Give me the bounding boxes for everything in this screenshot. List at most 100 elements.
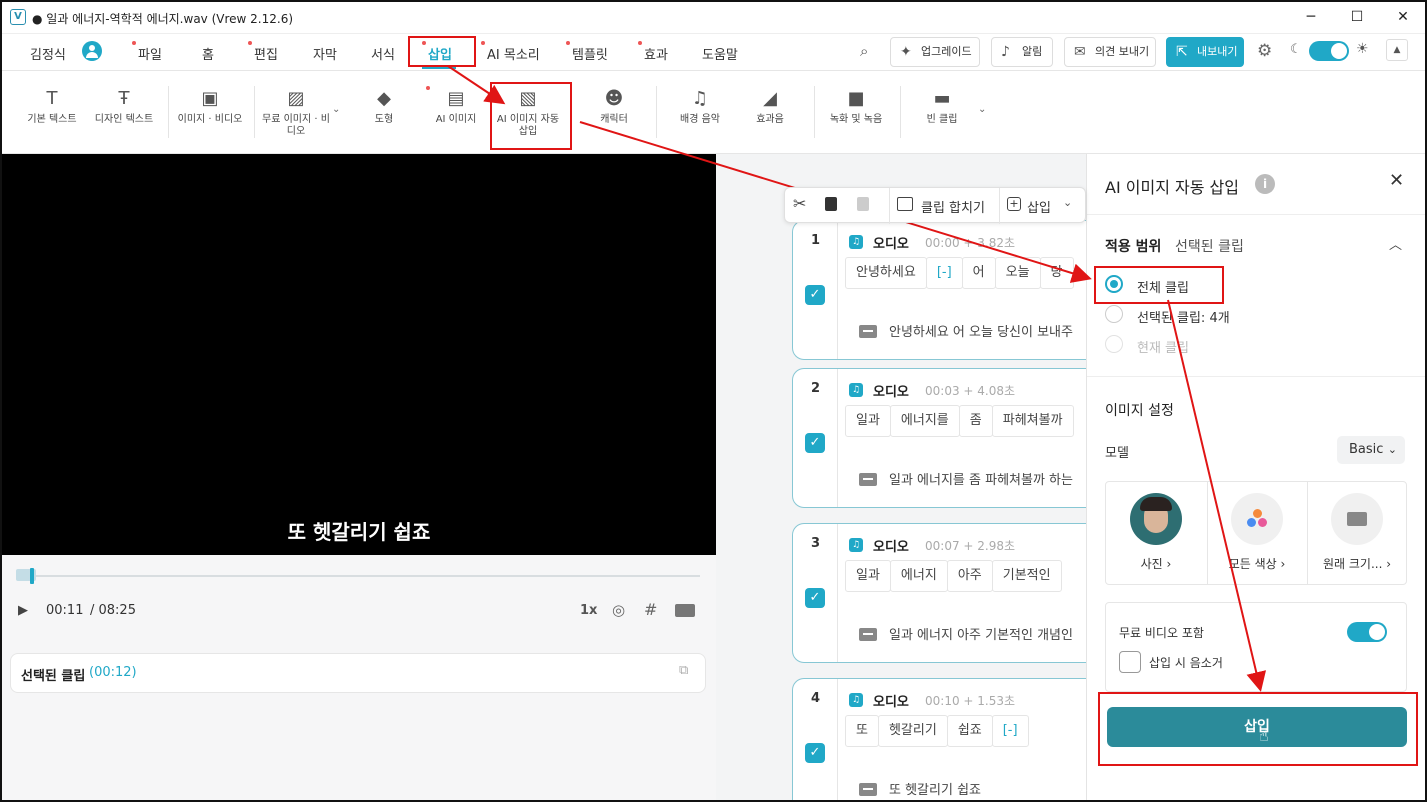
clip-word[interactable]: 또 <box>845 715 879 747</box>
clip-subtitle[interactable]: 또 헷갈리기 쉽죠 <box>889 779 981 798</box>
video-preview[interactable]: 또 헷갈리기 쉽죠 <box>2 154 716 555</box>
design-text-icon: Ŧ <box>118 88 130 109</box>
radio-current-clip[interactable] <box>1105 335 1123 353</box>
ribbon-bgm[interactable]: ♫ 배경 음악 <box>662 86 738 126</box>
clip-word[interactable]: 어 <box>961 257 996 289</box>
ribbon-shape[interactable]: ◆ 도형 <box>346 86 422 126</box>
insert-dropdown[interactable]: 삽입 <box>1027 197 1051 216</box>
play-icon[interactable]: ▶ <box>18 603 28 618</box>
clip-card[interactable]: 4 ✓ ♫ 오디오 00:10 + 1.53초 또 헷갈리기 쉽죠 [-] 또 헷갈리… <box>792 678 1086 800</box>
clip-word[interactable]: 기본적인 <box>991 560 1062 592</box>
menu-edit[interactable]: 편집 <box>248 41 278 63</box>
minimize-button[interactable]: ─ <box>1296 6 1326 28</box>
ribbon-sound-effect[interactable]: ◢ 효과음 <box>732 86 808 126</box>
clip-word[interactable]: 파헤쳐볼까 <box>991 405 1074 437</box>
clip-word[interactable]: 좀 <box>958 405 993 437</box>
maximize-button[interactable]: ☐ <box>1342 6 1372 28</box>
grid-icon[interactable]: # <box>644 600 657 619</box>
clip-subtitle[interactable]: 일과 에너지 아주 기본적인 개념인 <box>889 624 1073 643</box>
clip-subtitle[interactable]: 일과 에너지를 좀 파헤쳐볼까 하는 <box>889 469 1073 488</box>
ribbon-character[interactable]: ☻ 캐릭터 <box>576 86 652 126</box>
model-card-photo[interactable]: 사진 › <box>1106 481 1206 585</box>
ribbon-image-video[interactable]: ▣ 이미지 · 비디오 <box>172 86 248 126</box>
upgrade-button[interactable]: ✦ 업그레이드 <box>890 37 980 67</box>
radio-selected-clips[interactable] <box>1105 305 1123 323</box>
menu-format[interactable]: 서식 <box>371 44 395 63</box>
app-window: V ● 일과 에너지-역학적 에너지.wav (Vrew 2.12.6) ─ ☐… <box>0 0 1427 802</box>
close-window-button[interactable]: ✕ <box>1388 6 1418 28</box>
speed-button[interactable]: 1x <box>580 603 597 618</box>
clip-checkbox[interactable]: ✓ <box>805 433 825 453</box>
chevron-up-icon[interactable]: ︿ <box>1389 234 1402 253</box>
ribbon-free-image-video[interactable]: ▨ 무료 이미지 · 비디오 <box>258 86 334 138</box>
clip-word[interactable]: 안녕하세요 <box>845 257 927 289</box>
avatar-icon[interactable] <box>82 41 102 61</box>
clip-subtitle[interactable]: 안녕하세요 어 오늘 당신이 보내주 <box>889 321 1073 340</box>
clip-word[interactable]: 오늘 <box>994 257 1041 289</box>
ribbon-ai-image[interactable]: ▤ AI 이미지 <box>418 86 494 126</box>
menu-file[interactable]: 파일 <box>132 41 162 63</box>
clip-word[interactable]: [-] <box>991 715 1029 747</box>
scope-label: 적용 범위 <box>1105 239 1162 255</box>
model-card-original-size[interactable]: 원래 크기... › <box>1307 481 1407 585</box>
clip-word[interactable]: 에너지 <box>889 560 948 592</box>
info-icon[interactable]: i <box>1255 174 1275 194</box>
copy-icon[interactable] <box>825 197 837 211</box>
dark-mode-toggle[interactable] <box>1309 41 1349 61</box>
seek-handle[interactable] <box>29 568 34 584</box>
clip-card[interactable]: 3 ✓ ♫ 오디오 00:07 + 2.98초 일과 에너지 아주 기본적인 일과 에… <box>792 523 1086 663</box>
clip-word[interactable]: 일과 <box>845 560 891 592</box>
scissors-icon[interactable]: ✂ <box>793 194 806 213</box>
open-external-icon[interactable]: ⧉ <box>679 663 688 678</box>
clip-word[interactable]: 에너지를 <box>889 405 960 437</box>
screenshot-icon[interactable]: ◎ <box>612 601 625 619</box>
chevron-down-icon[interactable]: ⌄ <box>332 104 340 115</box>
seek-track[interactable] <box>16 575 700 577</box>
active-tab-indicator <box>422 67 456 69</box>
free-video-toggle[interactable] <box>1347 622 1387 642</box>
menu-home[interactable]: 홈 <box>202 44 214 63</box>
chevron-down-icon[interactable]: ⌄ <box>978 104 986 115</box>
export-button[interactable]: ⇱ 내보내기 <box>1166 37 1244 67</box>
player-panel: ▶ 00:11 / 08:25 1x ◎ # 선택된 클립 (00:12) ⧉ <box>2 555 716 800</box>
menu-effects[interactable]: 효과 <box>638 41 668 63</box>
paste-icon[interactable] <box>857 197 869 211</box>
menu-subtitle[interactable]: 자막 <box>313 44 337 63</box>
ribbon-basic-text[interactable]: T 기본 텍스트 <box>14 86 90 126</box>
clip-word[interactable]: 당 <box>1039 257 1074 289</box>
close-icon[interactable]: ✕ <box>1389 170 1404 191</box>
clip-card[interactable]: 2 ✓ ♫ 오디오 00:03 + 4.08초 일과 에너지를 좀 파헤쳐볼까 일과 … <box>792 368 1086 508</box>
clip-word[interactable]: 쉽죠 <box>946 715 993 747</box>
ribbon-empty-clip[interactable]: ▬ 빈 클립 <box>904 86 980 126</box>
model-select[interactable]: Basic ⌄ <box>1337 436 1405 464</box>
model-card-all-colors[interactable]: 모든 색상 › <box>1207 481 1307 585</box>
collapse-ribbon-button[interactable]: ▲ <box>1386 39 1408 61</box>
notifications-button[interactable]: ♪ 알림 <box>991 37 1053 67</box>
search-icon[interactable]: ⌕ <box>860 42 868 60</box>
menu-template[interactable]: 템플릿 <box>566 41 608 63</box>
clip-word[interactable]: [-] <box>925 257 963 289</box>
merge-clips-button[interactable]: 클립 합치기 <box>921 197 985 216</box>
ribbon-record[interactable]: ■ 녹화 및 녹음 <box>818 86 894 126</box>
aspect-ratio-icon[interactable] <box>675 604 695 617</box>
chevron-down-icon[interactable]: ⌄ <box>1063 196 1072 209</box>
clip-word[interactable]: 헷갈리기 <box>877 715 948 747</box>
option-selected-clips[interactable]: 선택된 클립: 4개 <box>1137 307 1230 326</box>
menu-help[interactable]: 도움말 <box>702 44 738 63</box>
feedback-button[interactable]: ✉ 의견 보내기 <box>1064 37 1156 67</box>
option-current-clip[interactable]: 현재 클립 <box>1137 337 1189 356</box>
toolbar-divider <box>889 188 890 224</box>
selected-clip-bar[interactable]: 선택된 클립 (00:12) ⧉ <box>10 653 706 693</box>
clip-word[interactable]: 아주 <box>946 560 993 592</box>
clip-checkbox[interactable]: ✓ <box>805 285 825 305</box>
character-icon: ☻ <box>604 88 624 109</box>
remove-audio-checkbox[interactable] <box>1119 651 1141 673</box>
user-name[interactable]: 김정식 <box>30 44 66 63</box>
clip-checkbox[interactable]: ✓ <box>805 588 825 608</box>
gear-icon[interactable]: ⚙ <box>1257 41 1272 61</box>
menu-ai-voice[interactable]: AI 목소리 <box>481 41 540 63</box>
clip-checkbox[interactable]: ✓ <box>805 743 825 763</box>
clip-card[interactable]: 1 ✓ ♫ 오디오 00:00 + 3.82초 안녕하세요 [-] 어 오늘 당 안녕하… <box>792 220 1086 360</box>
clip-word[interactable]: 일과 <box>845 405 891 437</box>
ribbon-design-text[interactable]: Ŧ 디자인 텍스트 <box>86 86 162 126</box>
